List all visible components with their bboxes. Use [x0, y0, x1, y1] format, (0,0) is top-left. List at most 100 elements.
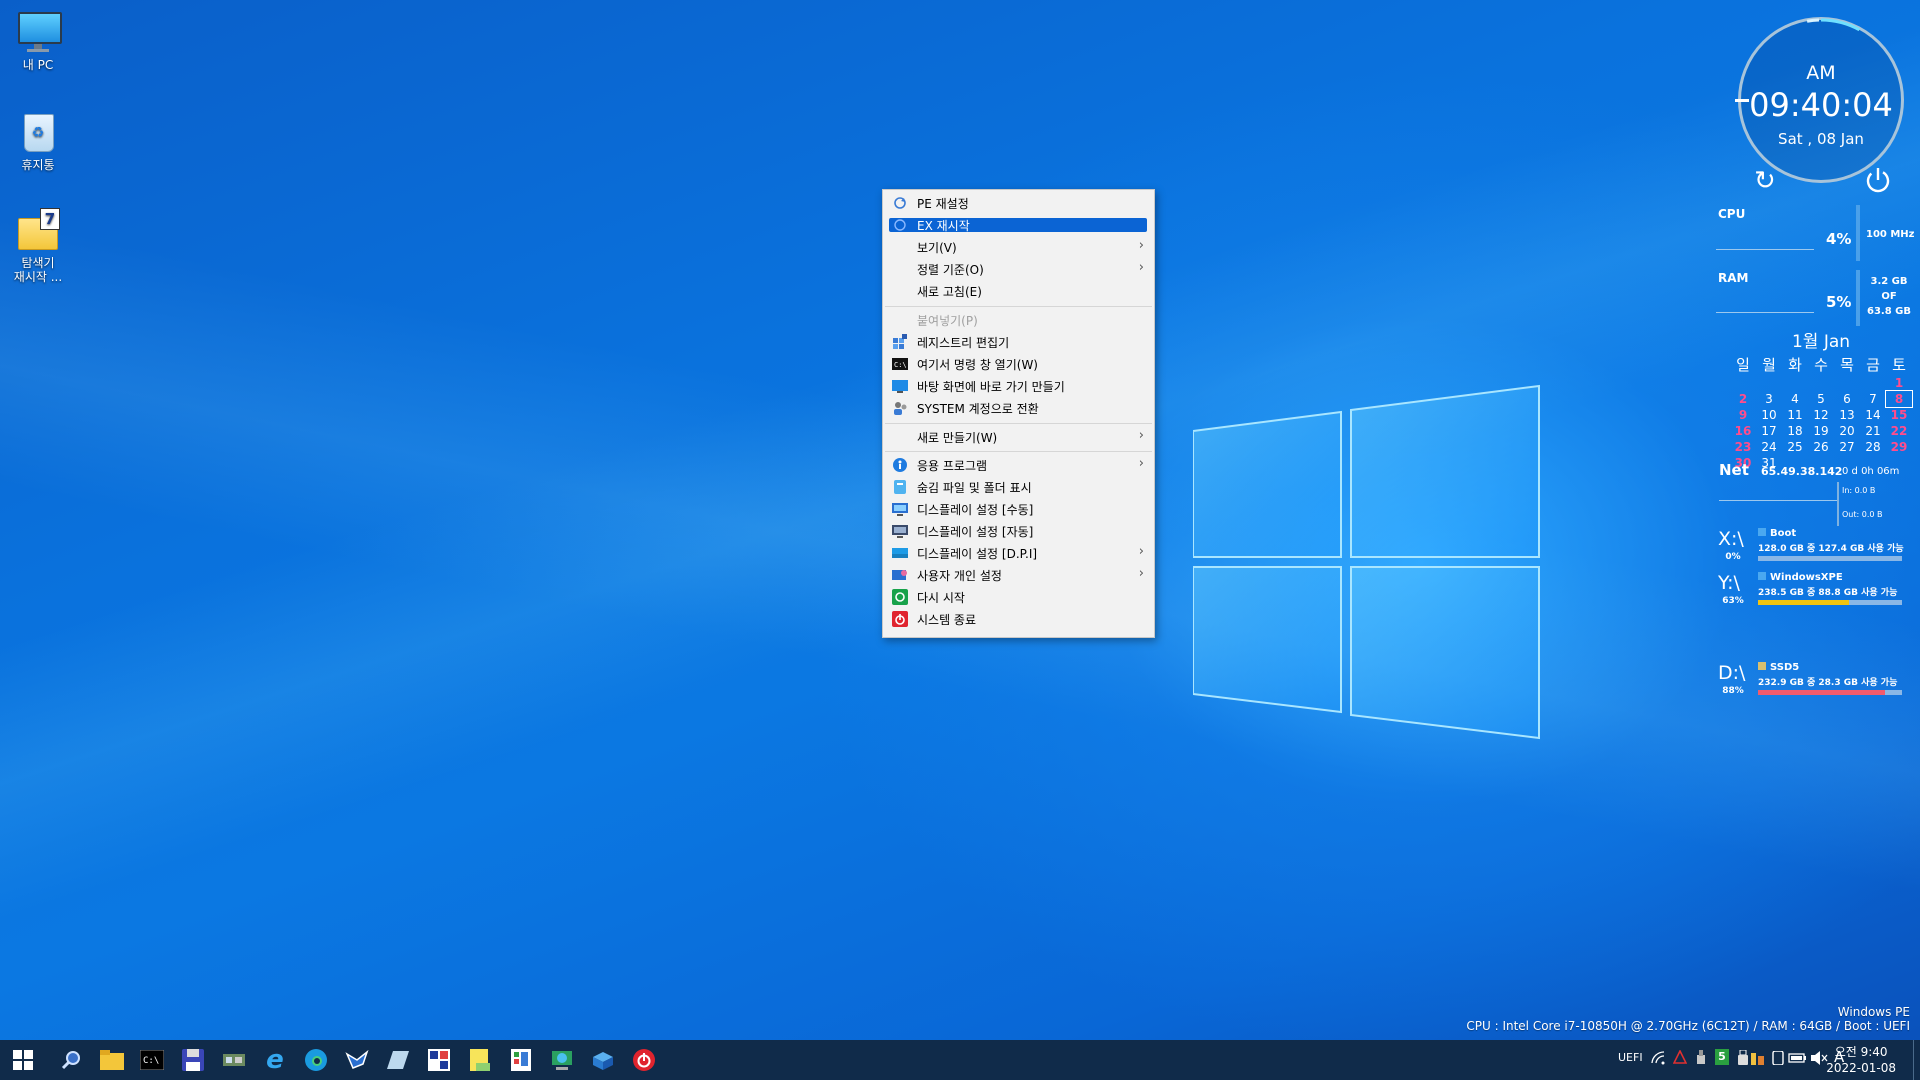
calendar-day[interactable]: 1 [1886, 375, 1912, 391]
registry-icon [892, 334, 908, 350]
calendar-day[interactable]: 13 [1834, 407, 1860, 423]
calendar-day[interactable]: 18 [1782, 423, 1808, 439]
wifi-icon[interactable] [1651, 1051, 1665, 1068]
menu-item-sort-by[interactable]: 정렬 기준(O) › [883, 258, 1154, 280]
menu-item-personalize[interactable]: 사용자 개인 설정 › [883, 564, 1154, 586]
power-red-icon [892, 611, 908, 627]
search-button[interactable] [51, 1040, 91, 1080]
cmd-button[interactable]: C:\ [132, 1040, 172, 1080]
power-icon[interactable] [1864, 166, 1892, 198]
app-button-7[interactable] [583, 1040, 623, 1080]
menu-item-refresh[interactable]: 새로 고침(E) [883, 280, 1154, 302]
app-button-5[interactable] [501, 1040, 541, 1080]
menu-item-view[interactable]: 보기(V) › [883, 236, 1154, 258]
calendar-day[interactable]: 9 [1730, 407, 1756, 423]
save-button[interactable] [173, 1040, 213, 1080]
menu-item-display-dpi[interactable]: 디스플레이 설정 [D.P.I] › [883, 542, 1154, 564]
calendar-widget: 1월 Jan 일월화수목금토 1 2 3 4 5 6 7 8 9 10 11 12 13 14 15 16 17… [1730, 327, 1913, 471]
app-button-3[interactable] [419, 1040, 459, 1080]
menu-item-display-auto[interactable]: 디스플레이 설정 [자동] [883, 520, 1154, 542]
network-warning-icon[interactable] [1672, 1049, 1688, 1067]
calendar-day[interactable]: 7 [1860, 391, 1886, 407]
menu-item-system-account[interactable]: SYSTEM 계정으로 전환 [883, 397, 1154, 419]
menu-item-new[interactable]: 새로 만들기(W) › [883, 426, 1154, 448]
app-button-4[interactable] [460, 1040, 500, 1080]
taskbar: C:\ e UEFI 5 A 오전 9:40 2022-01-08 [0, 1040, 1920, 1080]
calendar-day[interactable]: 28 [1860, 439, 1886, 455]
menu-item-applications[interactable]: 응용 프로그램 › [883, 454, 1154, 476]
calendar-day[interactable]: 15 [1886, 407, 1912, 423]
menu-item-open-cmd[interactable]: C:\ 여기서 명령 창 열기(W) [883, 353, 1154, 375]
drive-name: SSD5 [1758, 662, 1799, 673]
calendar-day[interactable]: 29 [1886, 439, 1912, 455]
folder-icon [100, 1050, 124, 1070]
calendar-day [1834, 375, 1860, 391]
net-bar [1837, 482, 1839, 526]
terminal-icon: C:\ [140, 1050, 164, 1070]
tray-app-icon[interactable] [1695, 1050, 1707, 1067]
file-explorer-button[interactable] [92, 1040, 132, 1080]
drive-percent: 88% [1722, 686, 1744, 696]
ram-total: 3.2 GB OF 63.8 GB [1866, 274, 1912, 319]
calendar-day[interactable]: 20 [1834, 423, 1860, 439]
menu-item-shutdown[interactable]: 시스템 종료 [883, 608, 1154, 630]
internet-explorer-button[interactable]: e [255, 1040, 295, 1080]
ram-label: RAM [1718, 271, 1749, 285]
calendar-day[interactable]: 19 [1808, 423, 1834, 439]
calendar-day[interactable]: 23 [1730, 439, 1756, 455]
calendar-day[interactable]: 5 [1808, 391, 1834, 407]
menu-item-pe-reset[interactable]: PE 재설정 [883, 192, 1154, 214]
calendar-day [1782, 375, 1808, 391]
calendar-day[interactable]: 24 [1756, 439, 1782, 455]
menu-item-display-manual[interactable]: 디스플레이 설정 [수동] [883, 498, 1154, 520]
app-button-2[interactable] [378, 1040, 418, 1080]
desktop-icon-recyclebin[interactable]: ♻ 휴지통 [2, 110, 74, 172]
calendar-day[interactable]: 11 [1782, 407, 1808, 423]
calendar-day[interactable]: 10 [1756, 407, 1782, 423]
app-button-6[interactable] [542, 1040, 582, 1080]
calendar-weekday: 화 [1788, 356, 1802, 374]
calendar-day[interactable]: 17 [1756, 423, 1782, 439]
menu-item-show-hidden[interactable]: 숨김 파일 및 폴더 표시 [883, 476, 1154, 498]
keyboard-lang-icon[interactable] [1750, 1050, 1766, 1069]
calendar-day[interactable]: 8 [1885, 390, 1913, 408]
device-icon[interactable] [1772, 1050, 1784, 1068]
calendar-day[interactable]: 12 [1808, 407, 1834, 423]
calendar-day[interactable]: 21 [1860, 423, 1886, 439]
menu-item-create-shortcut[interactable]: 바탕 화면에 바로 가기 만들기 [883, 375, 1154, 397]
drive-name: WindowsXPE [1758, 572, 1843, 583]
calendar-day[interactable]: 27 [1834, 439, 1860, 455]
edge-button[interactable] [296, 1040, 336, 1080]
desktop-icon-label: 탐색기 [21, 256, 55, 270]
calendar-day[interactable]: 2 [1730, 391, 1756, 407]
windows-icon [1758, 572, 1766, 580]
drive-usage-bar [1758, 556, 1902, 561]
usb-icon[interactable] [1737, 1049, 1749, 1069]
calendar-day[interactable]: 25 [1782, 439, 1808, 455]
device-manager-button[interactable] [214, 1040, 254, 1080]
menu-item-ex-restart[interactable]: EX 재시작 [883, 214, 1154, 236]
clock-time: 09:40:04 [1749, 86, 1893, 124]
restart-icon[interactable]: ↻ [1754, 168, 1776, 194]
windows-start-icon [13, 1050, 33, 1070]
calendar-day[interactable]: 4 [1782, 391, 1808, 407]
app-button-1[interactable] [337, 1040, 377, 1080]
calendar-day[interactable]: 16 [1730, 423, 1756, 439]
desktop-icon-explorer-restart[interactable]: 7 탐색기 재시작 ... [2, 208, 74, 284]
battery-icon[interactable] [1788, 1052, 1808, 1067]
start-button[interactable] [3, 1040, 43, 1080]
calendar-day[interactable]: 3 [1756, 391, 1782, 407]
desktop-icon-mypc[interactable]: 내 PC [2, 10, 74, 72]
calendar-day[interactable]: 14 [1860, 407, 1886, 423]
menu-item-restart[interactable]: 다시 시작 [883, 586, 1154, 608]
menu-item-registry-editor[interactable]: 레지스트리 편집기 [883, 331, 1154, 353]
tray-badge-icon[interactable]: 5 [1715, 1049, 1729, 1065]
shutdown-button[interactable] [624, 1040, 664, 1080]
calendar-weekday: 월 [1762, 356, 1776, 374]
calendar-day[interactable]: 26 [1808, 439, 1834, 455]
calendar-day[interactable]: 22 [1886, 423, 1912, 439]
show-desktop-button[interactable] [1913, 1040, 1920, 1080]
calendar-day[interactable]: 6 [1834, 391, 1860, 407]
drive-percent: 0% [1725, 552, 1741, 562]
taskbar-clock[interactable]: 오전 9:40 2022-01-08 [1826, 1044, 1896, 1076]
